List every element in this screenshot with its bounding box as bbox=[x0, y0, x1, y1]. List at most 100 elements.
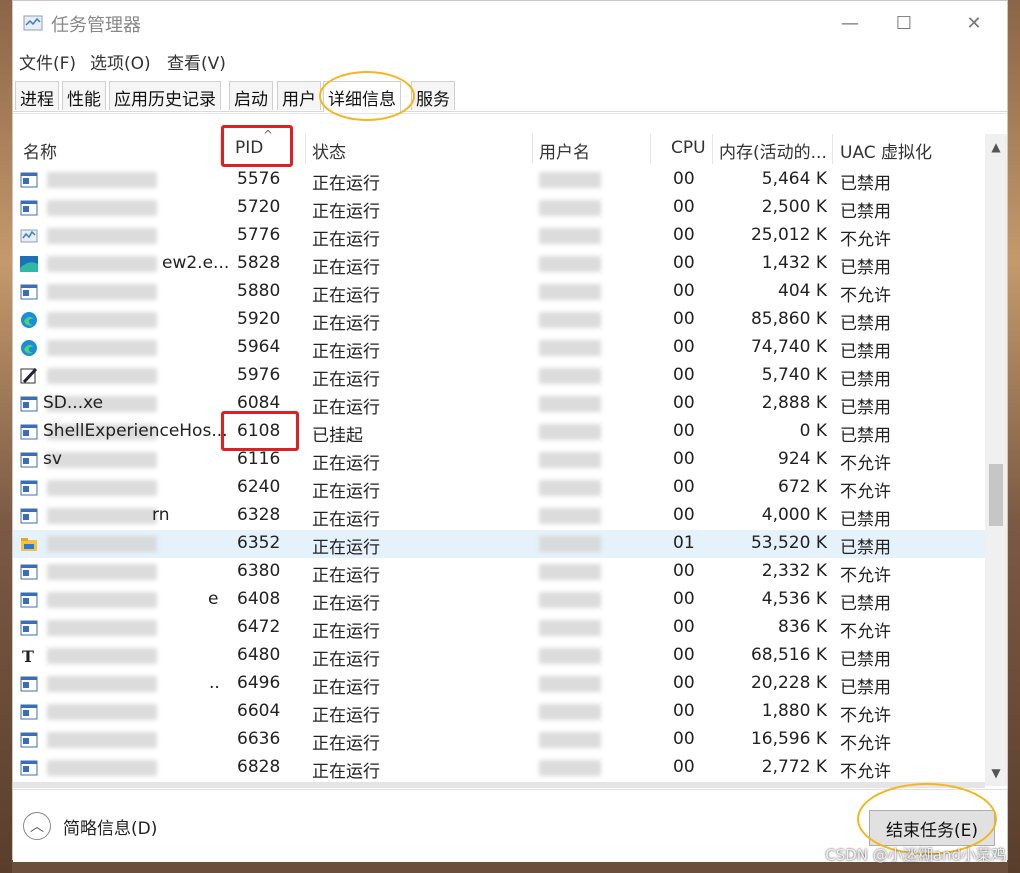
table-row[interactable]: 5880 正在运行 00 404 K 不允许 bbox=[13, 278, 985, 306]
column-header-uac[interactable]: UAC 虚拟化 bbox=[833, 134, 983, 164]
close-button[interactable]: ✕ bbox=[951, 1, 997, 45]
details-tab-circle bbox=[319, 71, 415, 121]
window-icon bbox=[20, 423, 38, 441]
process-memory: 404 K bbox=[778, 281, 827, 301]
scroll-up-icon[interactable]: ▲ bbox=[989, 140, 1003, 154]
taskmgr-icon bbox=[20, 227, 38, 245]
table-row[interactable]: 6636 正在运行 00 16,596 K 不允许 bbox=[13, 726, 985, 754]
table-row[interactable]: ShellExperienceHos... 6108 已挂起 00 0 K 已禁用 bbox=[13, 418, 985, 446]
table-row[interactable]: sv 6116 正在运行 00 924 K 不允许 bbox=[13, 446, 985, 474]
table-row[interactable]: ew2.e... 5828 正在运行 00 1,432 K 已禁用 bbox=[13, 250, 985, 278]
process-memory: 924 K bbox=[778, 449, 827, 469]
process-name: SD...xe bbox=[43, 393, 104, 413]
obscured-username bbox=[539, 452, 601, 468]
table-row[interactable]: rn 6328 正在运行 00 4,000 K 已禁用 bbox=[13, 502, 985, 530]
obscured-process-name bbox=[47, 200, 157, 216]
obscured-process-name bbox=[47, 676, 157, 692]
fewer-details-button[interactable]: ︿ 简略信息(D) bbox=[23, 812, 157, 840]
process-uac: 已禁用 bbox=[840, 342, 891, 362]
scroll-down-icon[interactable]: ▼ bbox=[989, 766, 1003, 780]
tab-processes[interactable]: 进程 bbox=[15, 81, 59, 110]
tab-users[interactable]: 用户 bbox=[277, 81, 321, 110]
table-row[interactable]: 5920 正在运行 00 85,860 K 已禁用 bbox=[13, 306, 985, 334]
process-memory: 20,228 K bbox=[750, 673, 827, 693]
process-memory: 85,860 K bbox=[750, 309, 827, 329]
table-row[interactable]: T 6480 正在运行 00 68,516 K 已禁用 bbox=[13, 642, 985, 670]
process-uac: 不允许 bbox=[840, 566, 891, 586]
process-status: 正在运行 bbox=[312, 482, 380, 502]
process-uac: 已禁用 bbox=[840, 426, 891, 446]
process-status: 正在运行 bbox=[312, 650, 380, 670]
column-header-name[interactable]: 名称 bbox=[13, 134, 221, 164]
process-status: 正在运行 bbox=[312, 734, 380, 754]
pid-6108-highlight-box bbox=[221, 411, 299, 451]
obscured-username bbox=[539, 676, 601, 692]
column-header-username[interactable]: 用户名 bbox=[533, 134, 651, 164]
menu-options[interactable]: 选项(O) bbox=[90, 49, 151, 74]
process-uac: 不允许 bbox=[840, 762, 891, 782]
table-row[interactable]: 6240 正在运行 00 672 K 不允许 bbox=[13, 474, 985, 502]
tab-services[interactable]: 服务 bbox=[411, 81, 455, 110]
obscured-username bbox=[539, 592, 601, 608]
process-pid: 5576 bbox=[237, 169, 281, 189]
table-row[interactable]: 5776 正在运行 00 25,012 K 不允许 bbox=[13, 222, 985, 250]
minimize-button[interactable]: — bbox=[827, 1, 873, 45]
task-manager-window: 任务管理器 — ☐ ✕ 文件(F) 选项(O) 查看(V) 进程 性能 应用历史… bbox=[12, 0, 1008, 862]
tab-performance[interactable]: 性能 bbox=[62, 81, 106, 110]
process-uac: 不允许 bbox=[840, 734, 891, 754]
process-memory: 2,332 K bbox=[761, 561, 827, 581]
table-row[interactable]: 5576 正在运行 00 5,464 K 已禁用 bbox=[13, 166, 985, 194]
column-header-memory[interactable]: 内存(活动的... bbox=[713, 134, 833, 164]
obscured-username bbox=[539, 284, 601, 300]
table-row[interactable]: 5964 正在运行 00 74,740 K 已禁用 bbox=[13, 334, 985, 362]
menu-bar: 文件(F) 选项(O) 查看(V) bbox=[13, 45, 1007, 75]
process-name: sv bbox=[43, 449, 62, 469]
process-status: 正在运行 bbox=[312, 286, 380, 306]
menu-file[interactable]: 文件(F) bbox=[19, 49, 76, 74]
maximize-button[interactable]: ☐ bbox=[881, 1, 927, 45]
column-header-cpu[interactable]: CPU bbox=[651, 134, 713, 164]
table-row[interactable]: .. 6496 正在运行 00 20,228 K 已禁用 bbox=[13, 670, 985, 698]
table-row[interactable]: 6828 正在运行 00 2,772 K 不允许 bbox=[13, 754, 985, 782]
column-header-status[interactable]: 状态 bbox=[306, 134, 533, 164]
title-bar[interactable]: 任务管理器 — ☐ ✕ bbox=[13, 1, 1007, 45]
obscured-process-name bbox=[47, 312, 157, 328]
process-pid: 5828 bbox=[237, 253, 281, 273]
edge-icon bbox=[20, 339, 38, 357]
window-icon bbox=[20, 731, 38, 749]
process-uac: 已禁用 bbox=[840, 398, 891, 418]
menu-view[interactable]: 查看(V) bbox=[167, 49, 226, 74]
vertical-scrollbar[interactable]: ▲ ▼ bbox=[985, 134, 1007, 786]
table-row[interactable]: 6472 正在运行 00 836 K 不允许 bbox=[13, 614, 985, 642]
process-uac: 已禁用 bbox=[840, 174, 891, 194]
process-pid: 5976 bbox=[237, 365, 281, 385]
process-status: 已挂起 bbox=[312, 426, 363, 446]
process-status: 正在运行 bbox=[312, 202, 380, 222]
process-cpu: 00 bbox=[673, 197, 695, 217]
process-memory: 2,888 K bbox=[761, 393, 827, 413]
tab-app-history[interactable]: 应用历史记录 bbox=[109, 81, 221, 110]
window-icon bbox=[20, 451, 38, 469]
process-status: 正在运行 bbox=[312, 342, 380, 362]
process-status: 正在运行 bbox=[312, 174, 380, 194]
obscured-process-name bbox=[47, 284, 157, 300]
process-status: 正在运行 bbox=[312, 566, 380, 586]
process-memory: 836 K bbox=[778, 617, 827, 637]
process-status: 正在运行 bbox=[312, 706, 380, 726]
table-row[interactable]: 6380 正在运行 00 2,332 K 不允许 bbox=[13, 558, 985, 586]
table-row[interactable]: e 6408 正在运行 00 4,536 K 已禁用 bbox=[13, 586, 985, 614]
horizontal-scrollbar[interactable] bbox=[13, 782, 985, 788]
process-uac: 已禁用 bbox=[840, 202, 891, 222]
tab-startup[interactable]: 启动 bbox=[229, 81, 273, 110]
window-icon bbox=[20, 591, 38, 609]
obscured-username bbox=[539, 172, 601, 188]
process-cpu: 00 bbox=[673, 309, 695, 329]
obscured-username bbox=[539, 480, 601, 496]
table-row[interactable]: 6604 正在运行 00 1,880 K 不允许 bbox=[13, 698, 985, 726]
table-row[interactable]: 5976 正在运行 00 5,740 K 已禁用 bbox=[13, 362, 985, 390]
table-row[interactable]: SD...xe 6084 正在运行 00 2,888 K 已禁用 bbox=[13, 390, 985, 418]
table-row[interactable]: 5720 正在运行 00 2,500 K 已禁用 bbox=[13, 194, 985, 222]
table-row[interactable]: 6352 正在运行 01 53,520 K 已禁用 bbox=[13, 530, 985, 558]
process-status: 正在运行 bbox=[312, 258, 380, 278]
scrollbar-thumb[interactable] bbox=[989, 464, 1003, 526]
